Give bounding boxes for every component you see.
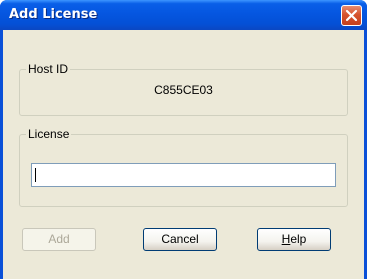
help-label-rest: elp [290, 232, 307, 246]
close-icon [345, 9, 358, 22]
dialog-body: Host ID C855CE03 License Add Cancel Help [3, 30, 364, 279]
add-license-dialog: Add License Host ID C855CE03 License Add… [0, 0, 367, 279]
license-group: License [19, 127, 348, 207]
help-button[interactable]: Help [257, 228, 331, 251]
dialog-title: Add License [9, 7, 98, 22]
license-label: License [26, 127, 72, 141]
close-button[interactable] [341, 5, 362, 26]
license-input[interactable] [31, 163, 336, 187]
cancel-button[interactable]: Cancel [143, 228, 217, 251]
host-id-group: Host ID C855CE03 [19, 62, 348, 116]
title-bar[interactable]: Add License [0, 0, 367, 30]
host-id-label: Host ID [26, 62, 71, 76]
host-id-value: C855CE03 [154, 83, 213, 97]
text-caret [35, 168, 36, 182]
add-button[interactable]: Add [22, 228, 96, 251]
